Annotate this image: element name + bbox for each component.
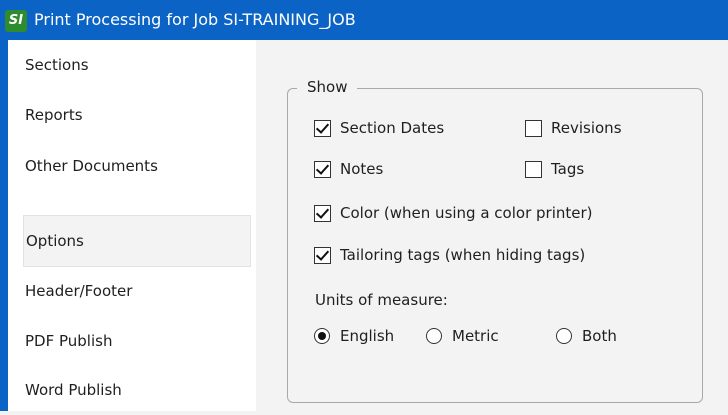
checkbox-checked-icon[interactable] xyxy=(314,119,331,137)
sidebar-item-other-documents[interactable]: Other Documents xyxy=(23,141,251,191)
sidebar-item-pdf-publish[interactable]: PDF Publish xyxy=(23,316,251,366)
show-legend: Show xyxy=(297,77,358,97)
sidebar-item-header-footer[interactable]: Header/Footer xyxy=(23,266,251,316)
sidebar: Sections Reports Other Documents Options… xyxy=(8,40,256,411)
tailoring-tags-checkbox[interactable]: Tailoring tags (when hiding tags) xyxy=(314,243,585,267)
checkbox-label: Tailoring tags (when hiding tags) xyxy=(340,246,586,264)
sidebar-item-label: Other Documents xyxy=(25,157,158,175)
units-both-radio[interactable]: Both xyxy=(556,324,617,348)
checkbox-unchecked-icon[interactable] xyxy=(525,160,542,178)
sidebar-item-reports[interactable]: Reports xyxy=(23,90,251,140)
title-bar: SI Print Processing for Job SI-TRAINING_… xyxy=(0,0,728,40)
radio-label: Both xyxy=(582,327,617,345)
radio-label: English xyxy=(340,327,395,345)
checkbox-checked-icon[interactable] xyxy=(314,246,331,264)
sidebar-item-options[interactable]: Options xyxy=(23,215,251,267)
units-english-radio[interactable]: English xyxy=(314,324,394,348)
revisions-checkbox[interactable]: Revisions xyxy=(525,116,622,140)
checkbox-label: Section Dates xyxy=(340,119,445,137)
tags-checkbox[interactable]: Tags xyxy=(525,157,584,181)
checkbox-checked-icon[interactable] xyxy=(314,160,331,178)
radio-label: Metric xyxy=(452,327,499,345)
sidebar-item-label: PDF Publish xyxy=(25,332,113,350)
section-dates-checkbox[interactable]: Section Dates xyxy=(314,116,444,140)
units-metric-radio[interactable]: Metric xyxy=(426,324,499,348)
notes-checkbox[interactable]: Notes xyxy=(314,157,383,181)
radio-selected-icon[interactable] xyxy=(314,328,330,344)
checkbox-label: Notes xyxy=(340,160,384,178)
checkbox-unchecked-icon[interactable] xyxy=(525,119,542,137)
radio-unselected-icon[interactable] xyxy=(556,328,572,344)
checkbox-label: Color (when using a color printer) xyxy=(340,204,593,222)
sidebar-item-label: Sections xyxy=(25,56,89,74)
sidebar-item-label: Word Publish xyxy=(25,381,122,399)
sidebar-item-label: Options xyxy=(26,232,84,250)
units-of-measure-label: Units of measure: xyxy=(315,291,448,309)
options-panel: Show Section Dates Revisions Notes Tags … xyxy=(256,40,728,411)
sidebar-item-label: Header/Footer xyxy=(25,282,133,300)
sidebar-item-sections[interactable]: Sections xyxy=(23,40,251,90)
checkbox-checked-icon[interactable] xyxy=(314,204,331,222)
checkbox-label: Tags xyxy=(551,160,585,178)
checkbox-label: Revisions xyxy=(551,119,622,137)
sidebar-item-word-publish[interactable]: Word Publish xyxy=(23,365,251,415)
sidebar-item-label: Reports xyxy=(25,106,83,124)
window-left-border xyxy=(0,40,8,411)
radio-unselected-icon[interactable] xyxy=(426,328,442,344)
app-logo-icon: SI xyxy=(5,10,27,32)
color-checkbox[interactable]: Color (when using a color printer) xyxy=(314,201,593,225)
window-title: Print Processing for Job SI-TRAINING_JOB xyxy=(34,10,356,29)
